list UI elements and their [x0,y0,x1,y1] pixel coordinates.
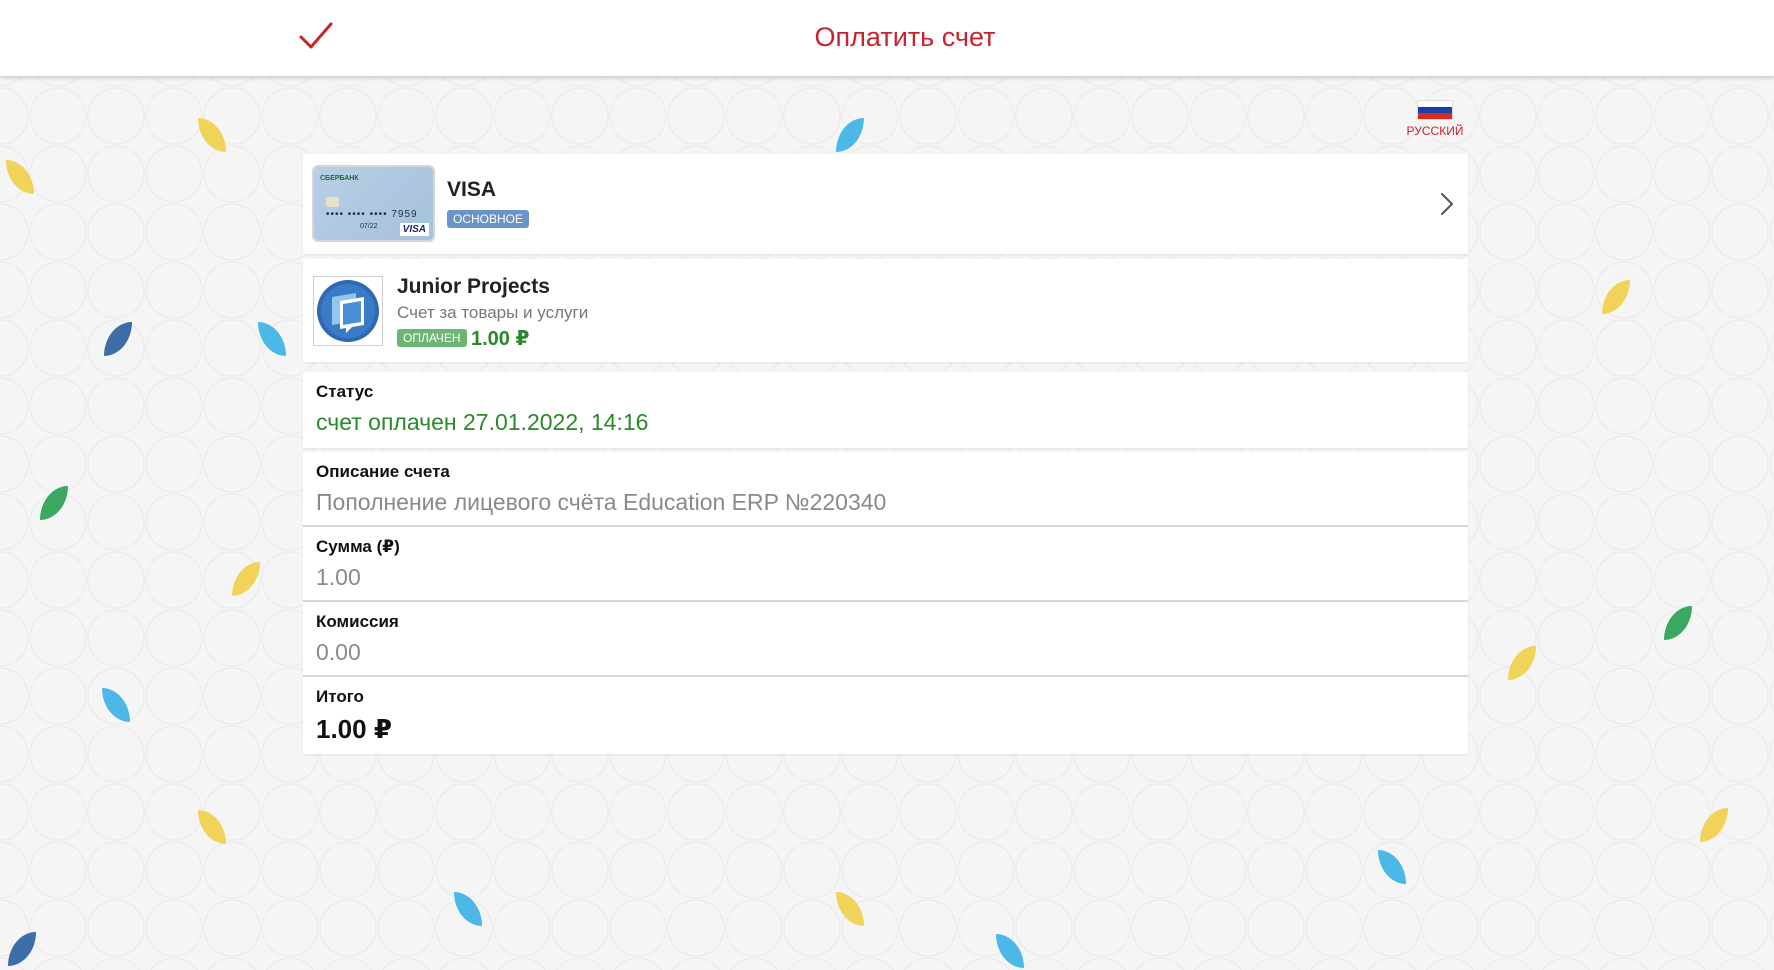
decorative-leaf [198,810,226,844]
chevron-right-icon[interactable] [1440,192,1454,216]
decorative-leaf [104,322,132,356]
total-label: Итого [316,687,364,706]
commission-field: Комиссия 0.00 [303,602,1468,677]
language-label: РУССКИЙ [1406,124,1464,138]
decorative-leaf [996,934,1024,968]
page-title: Оплатить счет [814,22,996,52]
card-number: •••• •••• •••• 7959 [326,209,418,220]
decorative-leaf [1508,646,1536,680]
card-expiry: 07/22 [360,223,378,230]
description-label: Описание счета [316,462,450,481]
russia-flag-icon [1417,100,1453,120]
main-card-badge: ОСНОВНОЕ [447,210,530,228]
decorative-leaf [198,118,226,152]
decorative-leaf [836,892,864,926]
commission-value: 0.00 [316,639,361,665]
decorative-leaf [1700,808,1728,842]
description-value: Пополнение лицевого счёта Education ERP … [316,489,887,515]
decorative-leaf [40,486,68,520]
total-value: 1.00 ₽ [316,714,392,744]
bank-card-image: СБЕРБАНК •••• •••• •••• 7959 07/22 VISA [314,167,433,240]
merchant-logo [313,276,383,346]
junior-projects-logo [317,280,379,342]
amount-value: 1.00 [316,564,361,590]
amount-field: Сумма (₽) 1.00 [303,527,1468,602]
card-bank-name: СБЕРБАНК [320,175,359,182]
card-name: VISA [447,178,497,201]
amount-label: Сумма (₽) [316,537,400,556]
card-chip-icon [326,197,339,207]
status-field: Статус счет оплачен 27.01.2022, 14:16 [303,372,1468,447]
decorative-leaf [836,118,864,152]
card-brand-logo: VISA [399,223,429,236]
decorative-leaf [454,892,482,926]
top-bar: Оплатить счет [0,0,1774,76]
decorative-leaf [1602,280,1630,314]
paid-status-badge: ОПЛАЧЕН [397,329,467,347]
merchant-amount: 1.00 ₽ [471,328,530,350]
merchant-info: Junior Projects Счет за товары и услуги … [303,259,1468,362]
decorative-leaf [258,322,286,356]
decorative-leaf [102,688,130,722]
merchant-name: Junior Projects [397,275,550,298]
decorative-leaf [1664,606,1692,640]
commission-label: Комиссия [316,612,399,631]
status-value: счет оплачен 27.01.2022, 14:16 [316,409,649,435]
status-section: Статус счет оплачен 27.01.2022, 14:16 [303,372,1468,448]
payment-card-selector[interactable]: СБЕРБАНК •••• •••• •••• 7959 07/22 VISA … [303,154,1468,254]
language-selector[interactable]: РУССКИЙ [1400,100,1470,138]
status-label: Статус [316,382,374,401]
invoice-type: Счет за товары и услуги [397,303,589,322]
decorative-leaf [232,562,260,596]
description-field: Описание счета Пополнение лицевого счёта… [303,452,1468,527]
total-field: Итого 1.00 ₽ [303,677,1468,752]
decorative-leaf [6,160,34,194]
decorative-leaf [1378,850,1406,884]
invoice-details: Описание счета Пополнение лицевого счёта… [303,452,1468,754]
decorative-leaf [8,932,36,966]
